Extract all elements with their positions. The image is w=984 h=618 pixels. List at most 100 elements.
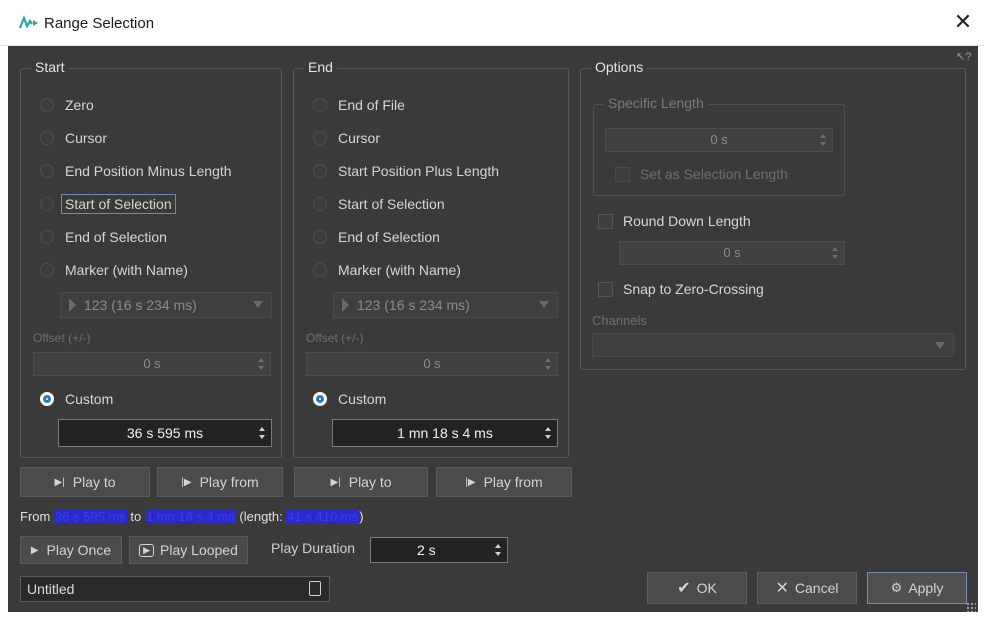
snap-zero-crossing-checkbox[interactable]: Snap to Zero-Crossing [598, 278, 764, 300]
start-radio-end-minus-length[interactable]: End Position Minus Length [40, 160, 232, 182]
radio-label: Cursor [65, 130, 108, 146]
start-radio-cursor[interactable]: Cursor [40, 127, 107, 149]
radio-label: Custom [338, 391, 387, 407]
play-looped-button[interactable]: ▶ Play Looped [129, 536, 248, 564]
checkbox[interactable] [598, 213, 613, 229]
checkbox[interactable] [615, 166, 630, 182]
start-radio-end-of-selection[interactable]: End of Selection [40, 226, 167, 248]
end-marker-value: 123 (16 s 234 ms) [357, 297, 470, 313]
round-down-length-checkbox[interactable]: Round Down Length [598, 210, 751, 232]
radio-button[interactable] [313, 164, 327, 178]
to-label: to [130, 509, 142, 524]
cancel-button[interactable]: ✕ Cancel [757, 572, 857, 604]
radio-button[interactable] [40, 197, 54, 211]
from-value: 36 s 595 ms [53, 509, 127, 524]
specific-length-spinbox[interactable]: 0 s [605, 128, 833, 152]
radio-label: Marker (with Name) [65, 262, 188, 278]
end-offset-spinbox[interactable]: 0 s [306, 352, 558, 376]
specific-length-value: 0 s [710, 132, 728, 147]
radio-label: Marker (with Name) [338, 262, 461, 278]
start-offset-label: Offset (+/-) [33, 331, 91, 345]
spin-arrows-icon[interactable] [545, 427, 551, 439]
set-as-selection-length-checkbox[interactable]: Set as Selection Length [615, 163, 788, 185]
start-custom-time-field[interactable]: 36 s 595 ms [58, 419, 272, 447]
play-duration-spinbox[interactable]: 2 s [370, 537, 508, 563]
radio-label: Start of Selection [61, 194, 176, 214]
end-radio-start-plus-length[interactable]: Start Position Plus Length [313, 160, 499, 182]
apply-button[interactable]: ⚙ Apply [867, 572, 967, 604]
end-radio-end-of-selection[interactable]: End of Selection [313, 226, 440, 248]
chevron-down-icon [253, 301, 263, 308]
button-label: Play Once [46, 542, 112, 558]
button-label: OK [696, 580, 717, 596]
spin-arrows-icon[interactable] [495, 544, 501, 556]
radio-label: End of File [338, 97, 405, 113]
start-marker-dropdown[interactable]: 123 (16 s 234 ms) [60, 292, 272, 318]
length-value: 41 s 410 ms [286, 509, 360, 524]
spin-arrows-icon[interactable] [820, 134, 826, 146]
radio-button[interactable] [313, 98, 327, 112]
end-group-title: End [304, 59, 337, 75]
end-play-to-button[interactable]: ▶| Play to [294, 467, 428, 497]
radio-button-checked[interactable] [313, 392, 327, 406]
play-icon: ▶ [30, 544, 39, 556]
end-play-from-button[interactable]: |▶ Play from [436, 467, 572, 497]
start-play-to-button[interactable]: ▶| Play to [20, 467, 150, 497]
start-radio-custom[interactable]: Custom [40, 388, 113, 410]
radio-button-checked[interactable] [40, 392, 54, 406]
ok-button[interactable]: ✔ OK [647, 572, 747, 604]
preset-name-value: Untitled [27, 581, 75, 597]
start-play-from-button[interactable]: |▶ Play from [157, 467, 283, 497]
end-radio-start-of-selection[interactable]: Start of Selection [313, 193, 445, 215]
range-info-line: From 36 s 595 ms to 1 mn 18 s 4 ms (leng… [20, 509, 364, 524]
radio-button[interactable] [40, 230, 54, 244]
end-custom-time-field[interactable]: 1 mn 18 s 4 ms [332, 419, 558, 447]
radio-button[interactable] [313, 230, 327, 244]
context-help-icon[interactable]: ↖? [956, 50, 971, 63]
play-once-button[interactable]: ▶ Play Once [20, 536, 122, 564]
round-down-spinbox[interactable]: 0 s [619, 241, 845, 265]
radio-label: Custom [65, 391, 114, 407]
radio-button[interactable] [313, 263, 327, 277]
start-radio-zero[interactable]: Zero [40, 94, 94, 116]
marker-icon [69, 298, 76, 312]
end-radio-end-of-file[interactable]: End of File [313, 94, 405, 116]
preset-name-input[interactable]: Untitled [20, 576, 330, 602]
end-radio-cursor[interactable]: Cursor [313, 127, 380, 149]
radio-button[interactable] [313, 131, 327, 145]
loop-icon: ▶ [139, 543, 155, 557]
document-icon[interactable] [309, 581, 321, 596]
spin-arrows-icon[interactable] [832, 247, 838, 259]
checkbox-label: Set as Selection Length [640, 166, 788, 182]
button-label: Play from [199, 474, 259, 490]
marker-icon [342, 298, 349, 312]
chevron-down-icon [935, 342, 945, 349]
start-offset-spinbox[interactable]: 0 s [33, 352, 271, 376]
play-from-icon: |▶ [181, 476, 192, 488]
resize-grip-icon[interactable] [966, 602, 976, 612]
end-radio-marker[interactable]: Marker (with Name) [313, 259, 461, 281]
button-label: Apply [908, 580, 944, 596]
app-logo-icon [19, 15, 38, 29]
end-radio-custom[interactable]: Custom [313, 388, 386, 410]
checkbox-label: Snap to Zero-Crossing [623, 281, 764, 297]
start-group-title: Start [31, 59, 69, 75]
button-label: Play to [72, 474, 116, 490]
channels-dropdown[interactable] [592, 333, 954, 357]
start-radio-marker[interactable]: Marker (with Name) [40, 259, 188, 281]
spin-arrows-icon[interactable] [259, 427, 265, 439]
spin-arrows-icon[interactable] [258, 358, 264, 370]
radio-button[interactable] [40, 131, 54, 145]
checkbox[interactable] [598, 281, 613, 297]
start-radio-start-of-selection[interactable]: Start of Selection [40, 193, 176, 215]
radio-button[interactable] [40, 98, 54, 112]
radio-button[interactable] [313, 197, 327, 211]
close-paren: ) [359, 509, 364, 524]
radio-label: Start Position Plus Length [338, 163, 500, 179]
start-custom-value: 36 s 595 ms [126, 425, 204, 441]
spin-arrows-icon[interactable] [545, 358, 551, 370]
radio-button[interactable] [40, 263, 54, 277]
radio-button[interactable] [40, 164, 54, 178]
close-button[interactable]: ✕ [950, 10, 976, 36]
end-marker-dropdown[interactable]: 123 (16 s 234 ms) [333, 292, 558, 318]
